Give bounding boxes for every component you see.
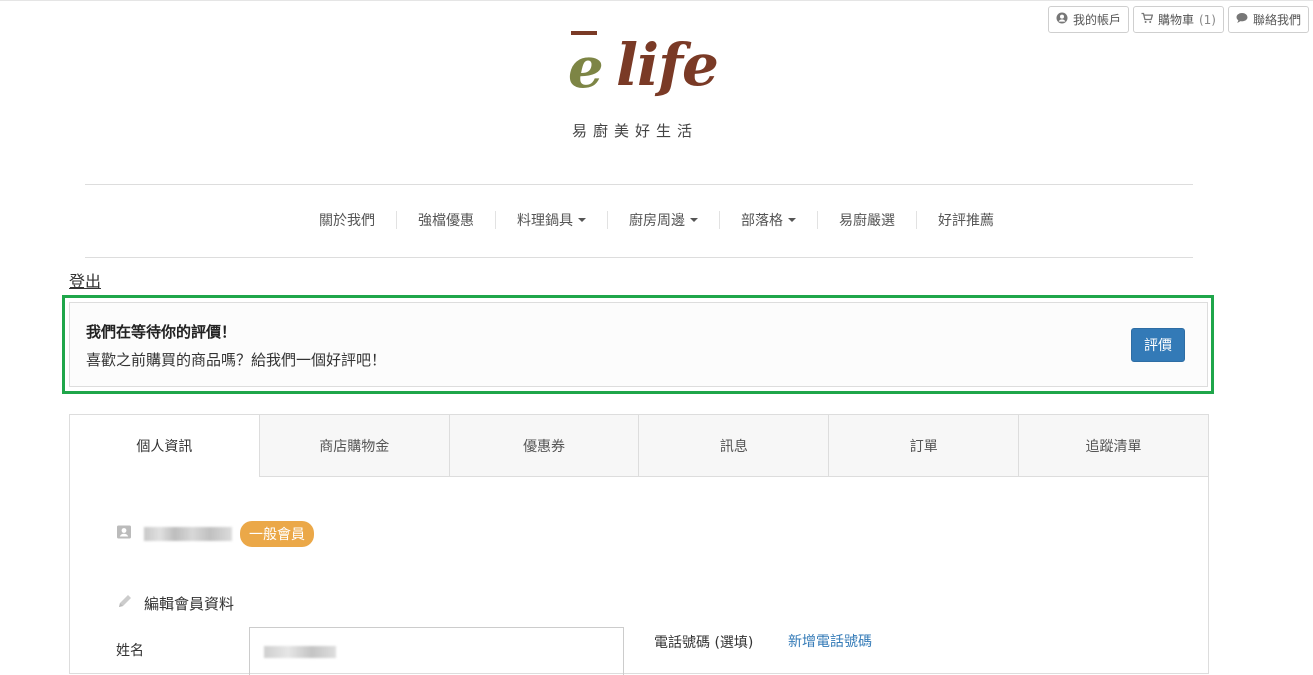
contact-us-label: 聯絡我們: [1252, 13, 1301, 27]
tab-orders[interactable]: 訂單: [828, 415, 1019, 477]
main-nav: 關於我們 強檔優惠 料理鍋具 廚房周邊 部落格 易廚嚴選 好評推薦: [0, 202, 1313, 238]
contact-card-icon: [116, 524, 132, 544]
caret-down-icon: [578, 218, 586, 222]
top-border: [0, 0, 1313, 1]
my-account-button[interactable]: 我的帳戶: [1047, 6, 1129, 33]
cart-button[interactable]: 購物車 (1): [1132, 6, 1224, 33]
member-level-badge: 一般會員: [240, 521, 314, 547]
member-row: 一般會員: [116, 521, 314, 547]
review-button[interactable]: 評價: [1131, 328, 1185, 362]
edit-profile-title: 編輯會員資料: [144, 594, 235, 613]
user-circle-icon: [1056, 12, 1068, 27]
name-label: 姓名: [116, 643, 144, 659]
review-title: 我們在等待你的評價！: [86, 323, 237, 341]
pencil-icon: [116, 592, 134, 614]
caret-down-icon: [788, 218, 796, 222]
nav-top-divider: [85, 184, 1193, 185]
logo-tagline: 易廚美好生活: [572, 122, 699, 140]
tab-messages[interactable]: 訊息: [638, 415, 829, 477]
member-name-redacted: [144, 527, 232, 541]
review-prompt-panel: 我們在等待你的評價！ 喜歡之前購買的商品嗎？給我們一個好評吧！ 評價: [69, 302, 1208, 387]
nav-item-cookware[interactable]: 料理鍋具: [496, 202, 607, 238]
account-tabs-panel: 個人資訊 商店購物金 優惠券 訊息 訂單 追蹤清單 一般會員 編輯會員資料 姓名…: [69, 414, 1209, 675]
nav-item-about[interactable]: 關於我們: [298, 202, 396, 238]
tab-personal-info[interactable]: 個人資訊: [70, 415, 260, 477]
phone-label: 電話號碼 (選填): [654, 635, 754, 651]
cart-label: 購物車: [1157, 13, 1194, 27]
logo-e: e: [568, 35, 604, 101]
cart-count: (1): [1198, 12, 1216, 27]
logo-life: life: [616, 31, 719, 99]
account-tabs: 個人資訊 商店購物金 優惠券 訊息 訂單 追蹤清單: [70, 415, 1208, 477]
edit-profile-heading: 編輯會員資料: [116, 592, 234, 614]
tab-wishlist[interactable]: 追蹤清單: [1018, 415, 1208, 477]
my-account-label: 我的帳戶: [1072, 13, 1121, 27]
nav-item-selection[interactable]: 易廚嚴選: [818, 202, 916, 238]
nav-item-blog[interactable]: 部落格: [720, 202, 817, 238]
elife-logo[interactable]: e life 易廚美好生活: [540, 26, 740, 146]
contact-us-button[interactable]: 聯絡我們: [1227, 6, 1309, 33]
chat-bubble-icon: [1236, 12, 1248, 27]
tab-coupons[interactable]: 優惠券: [448, 415, 639, 477]
nav-item-reviews[interactable]: 好評推薦: [917, 202, 1015, 238]
tab-store-credit[interactable]: 商店購物金: [259, 415, 449, 477]
caret-down-icon: [690, 218, 698, 222]
nav-item-kitchen[interactable]: 廚房周邊: [608, 202, 719, 238]
name-value-redacted: [264, 646, 336, 658]
nav-bottom-divider: [85, 257, 1193, 258]
add-phone-link[interactable]: 新增電話號碼: [788, 631, 872, 651]
logout-link[interactable]: 登出: [69, 268, 101, 292]
top-links: 我的帳戶 購物車 (1) 聯絡我們: [1047, 6, 1309, 33]
nav-item-deals[interactable]: 強檔優惠: [397, 202, 495, 238]
review-subtitle: 喜歡之前購買的商品嗎？給我們一個好評吧！: [86, 351, 387, 369]
cart-icon: [1141, 12, 1154, 27]
